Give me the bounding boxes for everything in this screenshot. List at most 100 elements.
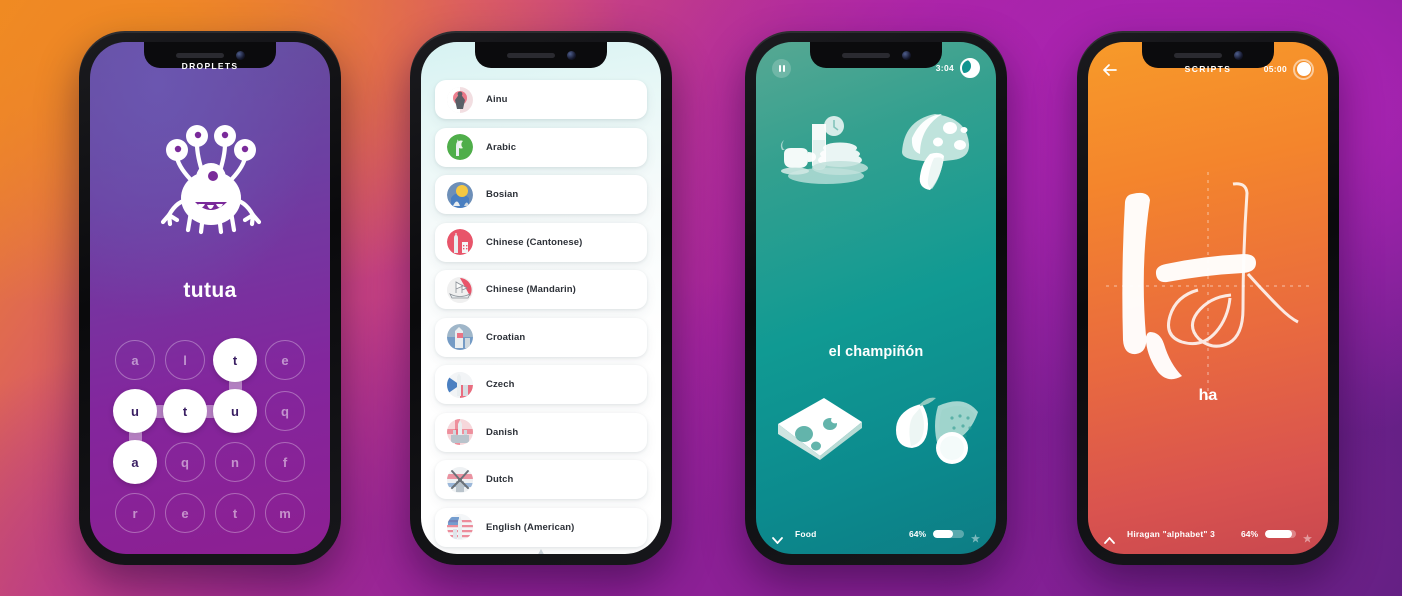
list-item[interactable]: Chinese (Cantonese) bbox=[435, 222, 647, 262]
timer-value: 05:00 bbox=[1263, 64, 1287, 74]
bosnian-landmark-flag-icon bbox=[447, 181, 473, 208]
filled-dial-timer-icon[interactable] bbox=[1293, 58, 1314, 80]
list-item[interactable]: Dutch bbox=[435, 460, 647, 499]
front-camera bbox=[235, 50, 245, 60]
letter-tile[interactable]: q bbox=[165, 442, 205, 482]
quiz-bottom-bar: Food 64% bbox=[756, 514, 996, 554]
letter-tile-selected[interactable]: u bbox=[213, 389, 257, 433]
screen-script-tracing: SCRIPTS 05:00 ha Hiragan "alphabet" 3 64… bbox=[1088, 42, 1328, 554]
phone-frame: DROPLETS tutua a l t e u t u q a q n f r… bbox=[79, 31, 341, 565]
list-item[interactable]: English (American) bbox=[435, 507, 647, 547]
phone-frame: 3:04 el champiñón Food 64% bbox=[745, 31, 1007, 565]
screen-word-quiz: 3:04 el champiñón Food 64% bbox=[756, 42, 996, 554]
session-timer: 3:04 bbox=[936, 58, 980, 78]
list-item[interactable]: Czech bbox=[435, 365, 647, 404]
letter-tile[interactable]: m bbox=[265, 493, 305, 533]
scripts-bottom-bar: Hiragan "alphabet" 3 64% bbox=[1088, 514, 1328, 554]
topic-row[interactable]: Food bbox=[772, 529, 817, 544]
phone-mockup-word-quiz: 3:04 el champiñón Food 64% bbox=[745, 31, 1007, 565]
progress-group: 64% bbox=[909, 529, 980, 543]
phone-frame: Ainu Arabic Bosian Chinese (Cantonese) C… bbox=[410, 31, 672, 565]
list-item[interactable]: Croatian bbox=[435, 317, 647, 357]
list-item-label: Dutch bbox=[486, 474, 514, 485]
letter-tile-selected[interactable]: u bbox=[113, 389, 170, 446]
progress-fill bbox=[1265, 530, 1293, 538]
list-item[interactable]: Ainu bbox=[435, 80, 647, 119]
progress-group: 64% bbox=[1240, 529, 1312, 543]
list-item[interactable]: Arabic bbox=[435, 127, 647, 167]
letter-tile[interactable]: n bbox=[215, 442, 255, 482]
phone-mockup-script-tracing: SCRIPTS 05:00 ha Hiragan "alphabet" 3 64… bbox=[1077, 31, 1339, 565]
letter-tile-label: r bbox=[132, 505, 138, 521]
word-prompt: el champiñón bbox=[828, 344, 924, 360]
pause-button[interactable] bbox=[772, 58, 791, 78]
list-item-label: Bosian bbox=[486, 189, 519, 200]
list-item[interactable]: Chinese (Mandarin) bbox=[435, 270, 647, 309]
letter-tile-label: t bbox=[232, 352, 238, 368]
letter-tile-selected[interactable]: t bbox=[213, 338, 257, 395]
letter-tile-label: m bbox=[279, 505, 291, 521]
letter-tile[interactable]: l bbox=[165, 340, 205, 380]
list-item-label: Ainu bbox=[486, 94, 508, 105]
letter-tile-label: u bbox=[131, 403, 139, 419]
letter-tile-label: f bbox=[282, 454, 288, 470]
topic-row[interactable]: Hiragan "alphabet" 3 bbox=[1104, 529, 1215, 544]
hiragana-ha-tracing-glyph[interactable] bbox=[1088, 162, 1328, 412]
letter-tile[interactable]: t bbox=[215, 493, 255, 533]
session-timer: 05:00 bbox=[1263, 58, 1314, 80]
letter-tile-label: q bbox=[281, 403, 289, 419]
mushroom-icon[interactable] bbox=[894, 108, 976, 197]
speaker-grille bbox=[506, 52, 555, 58]
progress-percent: 64% bbox=[1240, 529, 1258, 539]
list-item-label: English (American) bbox=[486, 521, 575, 533]
list-item-label: Chinese (Mandarin) bbox=[486, 284, 576, 295]
topic-label: Food bbox=[795, 529, 817, 539]
multi-eyed-monster-mascot bbox=[155, 116, 265, 241]
pear-watermelon-lime-fruit-icon[interactable] bbox=[886, 390, 982, 471]
letter-tile-label: l bbox=[183, 352, 187, 368]
phone-notch bbox=[475, 42, 607, 68]
list-item-label: Arabic bbox=[486, 141, 517, 153]
letter-tile-label: u bbox=[231, 403, 239, 419]
dutch-windmill-flag-icon bbox=[447, 466, 473, 493]
moon-timer-icon[interactable] bbox=[960, 58, 980, 78]
arabic-mosque-flag-icon bbox=[447, 134, 473, 160]
letter-tile-label: t bbox=[182, 403, 188, 419]
phone-frame: SCRIPTS 05:00 ha Hiragan "alphabet" 3 64… bbox=[1077, 31, 1339, 565]
star-icon bbox=[971, 530, 980, 543]
letter-tile[interactable]: a bbox=[115, 340, 155, 380]
target-word: tutua bbox=[183, 279, 237, 302]
speaker-grille bbox=[175, 52, 224, 58]
letter-tile-label: n bbox=[231, 454, 239, 470]
letter-tile[interactable]: q bbox=[265, 391, 305, 431]
list-item-label: Czech bbox=[486, 379, 515, 390]
progress-bar bbox=[1265, 530, 1296, 538]
list-item-label: Croatian bbox=[486, 331, 526, 343]
letter-tile-selected[interactable]: a bbox=[113, 440, 157, 484]
letter-tile-label: a bbox=[131, 352, 139, 368]
chevron-down-icon[interactable] bbox=[772, 531, 783, 544]
ainu-landmark-flag-icon bbox=[447, 86, 473, 113]
list-item[interactable]: Danish bbox=[435, 412, 647, 452]
dial-fill bbox=[1296, 62, 1311, 76]
letter-tile-selected[interactable]: t bbox=[163, 389, 220, 433]
timer-value: 3:04 bbox=[935, 63, 954, 73]
front-camera bbox=[566, 50, 576, 60]
chevron-up-icon[interactable] bbox=[1104, 531, 1115, 544]
list-item[interactable]: Bosian bbox=[435, 175, 647, 214]
language-list[interactable]: Ainu Arabic Bosian Chinese (Cantonese) C… bbox=[421, 42, 661, 554]
danish-landmark-flag-icon bbox=[447, 419, 473, 445]
breakfast-pancakes-milk-coffee-icon[interactable] bbox=[778, 110, 870, 193]
answer-image-grid[interactable]: el champiñón bbox=[756, 104, 996, 472]
page-title: DROPLETS bbox=[181, 61, 239, 71]
letter-grid[interactable]: a l t e u t u q a q n f r e t m bbox=[113, 338, 305, 533]
phone-mockup-language-list: Ainu Arabic Bosian Chinese (Cantonese) C… bbox=[410, 31, 672, 565]
letter-tile[interactable]: e bbox=[165, 493, 205, 533]
scripts-top-bar: SCRIPTS 05:00 bbox=[1088, 56, 1328, 82]
letter-tile[interactable]: r bbox=[115, 493, 155, 533]
cheese-wedge-icon[interactable] bbox=[772, 394, 868, 469]
letter-tile-label: q bbox=[181, 454, 189, 470]
cantonese-landmark-flag-icon bbox=[447, 229, 473, 255]
letter-tile[interactable]: e bbox=[265, 340, 305, 380]
letter-tile[interactable]: f bbox=[265, 442, 305, 482]
